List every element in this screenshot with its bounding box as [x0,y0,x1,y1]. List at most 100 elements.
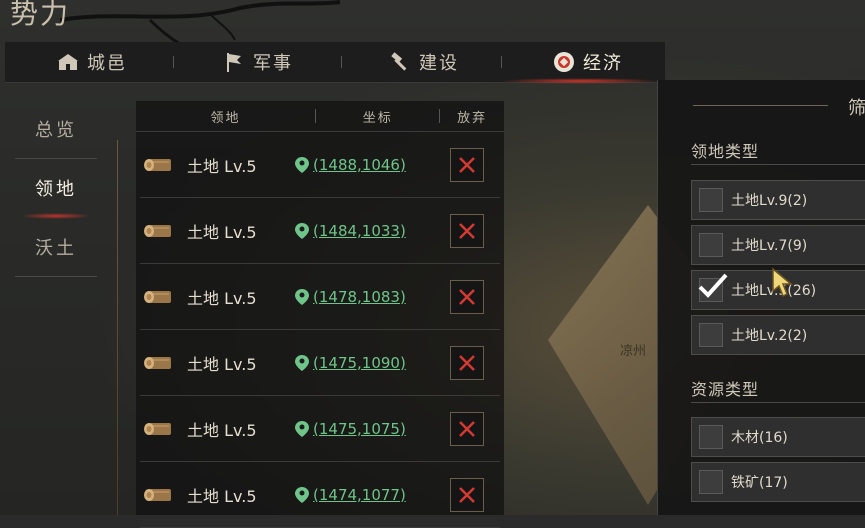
panel-title-rule [693,105,828,106]
option-label: 土地Lv.2(2) [731,328,808,344]
tab-label: 城邑 [87,53,127,74]
tab-separator [341,56,342,68]
coordinate-link[interactable]: (1488,1046) [313,156,411,174]
coordinate-link[interactable]: (1475,1090) [313,354,411,372]
section-divider [691,402,865,403]
section-divider [691,164,865,165]
abandon-button[interactable] [450,214,484,248]
abandon-button[interactable] [450,478,484,512]
land-name: 土地 Lv.5 [187,156,257,176]
tab-label: 经济 [583,53,623,74]
nav-item-overview[interactable]: 总览 [15,100,97,158]
wood-log-icon [144,290,171,303]
wood-log-icon [144,158,171,171]
nav-label: 沃土 [35,238,77,259]
wood-log-icon [144,356,171,369]
close-icon [459,487,475,503]
table-row: 土地 Lv.5 (1474,1077) [140,462,500,528]
top-tab-bar: 城邑 军事 建设 经济 [5,42,665,83]
filter-option[interactable]: 土地Lv.7(9) [691,225,865,265]
wood-log-icon [144,488,171,501]
coordinate-link[interactable]: (1484,1033) [313,222,411,240]
tab-separator [501,56,502,68]
ink-branch-decoration [60,0,340,45]
close-icon [459,223,475,239]
abandon-button[interactable] [450,412,484,446]
tab-military[interactable]: 军事 [223,42,293,82]
location-pin-icon [295,288,309,305]
checkbox[interactable] [699,233,723,257]
checkbox[interactable] [699,323,723,347]
tab-separator [173,56,174,68]
flag-icon [223,51,245,73]
land-name: 土地 Lv.5 [187,288,257,308]
location-pin-icon [295,222,309,239]
coordinate-link[interactable]: (1478,1083) [313,288,411,306]
checkbox[interactable] [699,425,723,449]
location-pin-icon [295,420,309,437]
location-pin-icon [295,486,309,503]
active-tab-indicator [500,78,660,84]
tab-economy[interactable]: 经济 [553,42,623,82]
location-pin-icon [295,354,309,371]
checkbox[interactable] [698,273,728,302]
territory-table: 领地 坐标 放弃 土地 Lv.5 (1488,1046) 土地 Lv.5 (14… [136,101,504,528]
filter-option[interactable]: 土地Lv.2(2) [691,315,865,355]
land-name: 土地 Lv.5 [187,354,257,374]
filter-option[interactable]: 土地Lv.9(2) [691,180,865,220]
page-title: 势力 [10,0,71,30]
option-label: 铁矿(17) [731,475,788,491]
abandon-button[interactable] [450,280,484,314]
table-row: 土地 Lv.5 (1484,1033) [140,198,500,264]
land-name: 土地 Lv.5 [187,222,257,242]
nav-divider [15,276,97,277]
resource-type-title: 资源类型 [691,380,760,399]
divider-line [117,140,118,515]
table-header: 领地 坐标 放弃 [136,101,504,132]
table-row: 土地 Lv.5 (1478,1083) [140,264,500,330]
abandon-button[interactable] [450,148,484,182]
close-icon [459,157,475,173]
tab-label: 军事 [253,53,293,74]
filter-panel: 筛 领地类型 土地Lv.9(2) 土地Lv.7(9) 土地Lv.5(26) 土地… [657,80,865,515]
mouse-cursor-icon [772,267,794,298]
land-name: 土地 Lv.5 [187,486,257,506]
nav-item-fertile-land[interactable]: 沃土 [15,218,97,276]
side-nav: 总览 领地 沃土 [15,100,97,277]
filter-option[interactable]: 铁矿(17) [691,462,865,502]
land-type-title: 领地类型 [691,142,760,161]
table-row: 土地 Lv.5 (1475,1090) [140,330,500,396]
close-icon [459,289,475,305]
hammer-icon [389,51,411,73]
wood-log-icon [144,224,171,237]
header-abandon: 放弃 [457,110,488,126]
coordinate-link[interactable]: (1474,1077) [313,486,411,504]
table-row: 土地 Lv.5 (1475,1075) [140,396,500,462]
table-row: 土地 Lv.5 (1488,1046) [140,132,500,198]
nav-item-territory[interactable]: 领地 [15,159,97,219]
tab-build[interactable]: 建设 [389,42,459,82]
nav-label: 领地 [35,179,77,200]
land-name: 土地 Lv.5 [187,420,257,440]
abandon-button[interactable] [450,346,484,380]
nav-label: 总览 [35,120,77,141]
close-icon [459,421,475,437]
wood-log-icon [144,422,171,435]
filter-option[interactable]: 木材(16) [691,417,865,457]
filter-title: 筛 [848,98,865,119]
option-label: 土地Lv.7(9) [731,238,808,254]
coordinate-link[interactable]: (1475,1075) [313,420,411,438]
coin-icon [553,51,575,73]
tab-label: 建设 [419,53,459,74]
option-label: 木材(16) [731,430,788,446]
checkbox[interactable] [699,188,723,212]
checkmark-icon [698,273,728,298]
header-coord: 坐标 [362,110,393,126]
city-icon [57,51,79,73]
tab-city[interactable]: 城邑 [57,42,127,82]
header-land: 领地 [210,110,241,126]
option-label: 土地Lv.9(2) [731,193,808,209]
location-pin-icon [295,156,309,173]
checkbox[interactable] [699,470,723,494]
close-icon [459,355,475,371]
